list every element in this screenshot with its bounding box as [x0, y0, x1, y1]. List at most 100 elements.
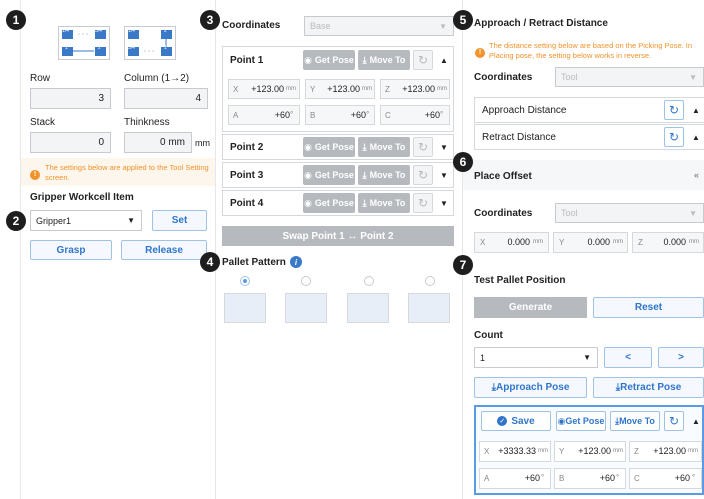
point-3-move-to-button[interactable]: ⤓ Move To [358, 165, 410, 185]
chevron-down-icon: ▼ [439, 21, 447, 31]
step-marker-3: 3 [200, 10, 220, 30]
download-icon: ⤓ [362, 197, 367, 208]
point-4-move-to-button[interactable]: ⤓ Move To [358, 193, 410, 213]
p1-y-value: +123.00 [327, 84, 360, 94]
pose-get-pose-button[interactable]: ◉ Get Pose [556, 411, 606, 431]
pose-move-to-button[interactable]: ⤓ Move To [610, 411, 660, 431]
offset-coordinates-select[interactable]: Tool ▼ [555, 203, 704, 223]
point-2-refresh-icon[interactable]: ↻ [413, 137, 433, 157]
pattern-4-radio[interactable] [425, 276, 435, 286]
info-icon[interactable]: i [290, 256, 302, 268]
p1-a-value: +60 [274, 110, 290, 120]
pattern-3-thumbnail[interactable] [347, 293, 389, 323]
pattern-3-radio[interactable] [364, 276, 374, 286]
chevron-down-icon: ▼ [689, 208, 697, 218]
target-icon: ◉ [304, 141, 312, 152]
pattern-1-radio[interactable] [240, 276, 250, 286]
pose-a-value: +60 [524, 473, 540, 483]
pose-save-button[interactable]: ✓ Save [481, 411, 551, 431]
diagram-b-label-1: 1/4 [128, 28, 135, 34]
coordinates-select[interactable]: Base ▼ [304, 16, 454, 36]
row-input[interactable]: 3 [30, 88, 111, 109]
pose-x-axis: X [484, 447, 490, 456]
retract-pose-button[interactable]: ⤓ Retract Pose [593, 377, 704, 398]
point-1-get-pose-button[interactable]: ◉ Get Pose [303, 50, 355, 70]
tool-setting-notice: The settings below are applied to the To… [45, 163, 209, 182]
p1-y-axis: Y [310, 85, 316, 94]
gripper-select[interactable]: Gripper1 ▼ [30, 210, 142, 231]
thickness-unit: mm [195, 138, 210, 148]
pose-c-unit: ° [692, 473, 696, 482]
pattern-4-thumbnail[interactable] [408, 293, 450, 323]
pose-move-to-label: Move To [619, 416, 655, 426]
point-2-expand-icon[interactable]: ▼ [440, 143, 448, 152]
target-icon: ◉ [304, 169, 312, 180]
point-3-get-pose-button[interactable]: ◉ Get Pose [303, 165, 355, 185]
p1-c-value: +60 [424, 110, 440, 120]
pallet-pattern-title: Pallet Pattern [222, 257, 286, 268]
retract-collapse-icon[interactable]: ▲ [692, 133, 700, 142]
approach-pose-label: Approach Pose [496, 382, 570, 393]
point-1-get-pose-label: Get Pose [314, 55, 354, 65]
pose-c-value: +60 [674, 473, 690, 483]
pose-save-label: Save [511, 415, 535, 427]
point-4-refresh-icon[interactable]: ↻ [413, 193, 433, 213]
point-1-collapse-icon[interactable]: ▲ [440, 56, 448, 65]
generate-button[interactable]: Generate [474, 297, 587, 318]
pattern-2-radio[interactable] [301, 276, 311, 286]
pose-y-unit: mm [613, 448, 623, 454]
offset-coordinates-value: Tool [561, 208, 578, 218]
point-4-label: Point 4 [230, 198, 264, 209]
grasp-button[interactable]: Grasp [30, 240, 112, 260]
p1-x-value: +123.00 [251, 84, 284, 94]
pattern-1-thumbnail[interactable] [224, 293, 266, 323]
approach-collapse-icon[interactable]: ▲ [692, 106, 700, 115]
count-prev-button[interactable]: < [604, 347, 652, 368]
diagram-b-label-2: 2 [164, 28, 167, 34]
release-button[interactable]: Release [121, 240, 207, 260]
point-3-label: Point 3 [230, 170, 264, 181]
warning-icon: ! [30, 163, 40, 181]
stack-input[interactable]: 0 [30, 132, 111, 153]
right-coordinates-select[interactable]: Tool ▼ [555, 67, 704, 87]
pose-collapse-icon[interactable]: ▲ [692, 417, 700, 426]
column-input[interactable]: 4 [124, 88, 208, 109]
right-coordinates-label: Coordinates [474, 72, 533, 83]
mid-divider [215, 0, 216, 499]
point-1-refresh-icon[interactable]: ↻ [413, 50, 433, 70]
point-4-expand-icon[interactable]: ▼ [440, 199, 448, 208]
reset-button[interactable]: Reset [593, 297, 704, 318]
p1-b-value: +60 [350, 110, 366, 120]
place-offset-title: Place Offset [474, 171, 532, 182]
set-button[interactable]: Set [152, 210, 207, 231]
target-icon: ◉ [304, 197, 312, 208]
retract-refresh-icon[interactable]: ↻ [664, 127, 684, 147]
step-marker-6: 6 [453, 152, 473, 172]
offset-x-value: 0.000 [507, 237, 530, 247]
swap-points-button[interactable]: Swap Point 1 ↔ Point 2 [222, 226, 454, 246]
pattern-2-thumbnail[interactable] [285, 293, 327, 323]
offset-z-axis: Z [638, 238, 643, 247]
p1-a-axis: A [233, 111, 239, 120]
pose-x-value: +3333.33 [498, 446, 536, 456]
chevron-up-double-icon[interactable]: « [694, 170, 699, 180]
p1-z-axis: Z [385, 85, 390, 94]
point-3-refresh-icon[interactable]: ↻ [413, 165, 433, 185]
left-divider [20, 0, 21, 499]
count-next-button[interactable]: > [658, 347, 704, 368]
p1-c-axis: C [385, 111, 391, 120]
point-2-get-pose-button[interactable]: ◉ Get Pose [303, 137, 355, 157]
point-4-get-pose-button[interactable]: ◉ Get Pose [303, 193, 355, 213]
point-1-move-to-button[interactable]: ⤓ Move To [358, 50, 410, 70]
approach-refresh-icon[interactable]: ↻ [664, 100, 684, 120]
point-2-move-to-button[interactable]: ⤓ Move To [358, 137, 410, 157]
pose-refresh-icon[interactable]: ↻ [664, 411, 684, 431]
thickness-input[interactable]: 0 mm [124, 132, 192, 153]
p1-a-unit: ° [290, 110, 294, 119]
count-select[interactable]: 1 ▼ [474, 347, 598, 368]
pose-c-axis: C [634, 474, 640, 483]
approach-pose-button[interactable]: ⤓ Approach Pose [474, 377, 587, 398]
diagram-a-label-2: 3/4 [95, 28, 102, 34]
point-3-expand-icon[interactable]: ▼ [440, 171, 448, 180]
column-label: Column (1→2) [124, 73, 190, 84]
